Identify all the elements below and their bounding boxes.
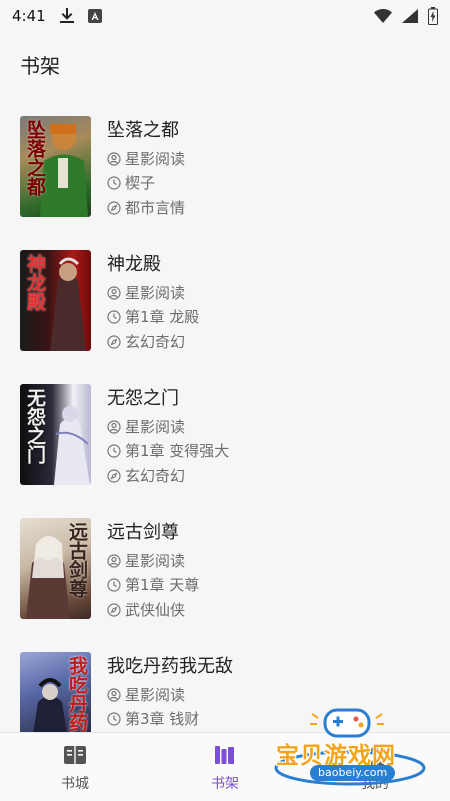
cover-title: 坠落之都 <box>24 120 46 196</box>
status-time: 4:41 <box>12 7 46 25</box>
book-progress: 楔子 <box>107 172 155 193</box>
bookshelf-icon <box>213 743 237 767</box>
user-icon <box>107 285 121 300</box>
status-right <box>374 7 438 25</box>
compass-icon <box>107 334 121 349</box>
user-icon <box>107 687 121 702</box>
tab-bookshelf[interactable]: 书架 <box>185 743 265 793</box>
watermark-url: baobeiy.com <box>310 765 396 781</box>
tab-bookshelf-label: 书架 <box>211 776 239 792</box>
book-source: 星影阅读 <box>107 684 185 705</box>
clock-icon <box>107 443 121 458</box>
book-source: 星影阅读 <box>107 416 185 437</box>
book-progress: 第1章 龙殿 <box>107 306 199 327</box>
cover-title: 远古剑尊 <box>66 522 88 598</box>
page-title: 书架 <box>20 54 60 78</box>
user-icon <box>107 151 121 166</box>
compass-icon <box>107 200 121 215</box>
cover-title: 神龙殿 <box>24 254 46 311</box>
book-title: 我吃丹药我无敌 <box>107 656 233 677</box>
book-cover: 神龙殿 <box>20 250 91 351</box>
book-progress-label: 第1章 龙殿 <box>125 308 200 326</box>
book-progress: 第1章 变得强大 <box>107 440 229 461</box>
download-icon <box>59 8 74 24</box>
book-source: 星影阅读 <box>107 282 185 303</box>
book-source-label: 星影阅读 <box>125 686 186 704</box>
cover-title: 无怨之门 <box>24 388 46 464</box>
book-cover: 无怨之门 <box>20 384 91 485</box>
book-title: 坠落之都 <box>107 120 179 141</box>
book-category: 玄幻奇幻 <box>107 465 185 486</box>
book-category: 都市言情 <box>107 197 185 218</box>
book-category: 武侠仙侠 <box>107 599 185 620</box>
compass-icon <box>107 468 121 483</box>
book-title: 无怨之门 <box>107 388 179 409</box>
book-category-label: 都市言情 <box>125 199 186 217</box>
book-item[interactable]: 远古剑尊 远古剑尊 星影阅读 第1章 天尊 武侠仙侠 <box>0 512 450 646</box>
a-badge-icon <box>87 9 102 23</box>
tab-bookstore-label: 书城 <box>61 776 89 792</box>
clock-icon <box>107 711 121 726</box>
book-cover: 坠落之都 <box>20 116 91 217</box>
book-item[interactable]: 无怨之门 无怨之门 星影阅读 第1章 变得强大 玄幻奇幻 <box>0 378 450 512</box>
book-category: 玄幻奇幻 <box>107 331 185 352</box>
clock-icon <box>107 175 121 190</box>
book-source: 星影阅读 <box>107 148 185 169</box>
book-item[interactable]: 坠落之都 坠落之都 星影阅读 楔子 都市言情 <box>0 110 450 244</box>
book-cover: 远古剑尊 <box>20 518 91 619</box>
user-icon <box>107 419 121 434</box>
book-progress: 第3章 钱财 <box>107 708 199 729</box>
book-title: 远古剑尊 <box>107 522 179 543</box>
cover-title: 我吃丹药 <box>66 656 88 732</box>
status-bar: 4:41 <box>0 0 450 32</box>
book-title: 神龙殿 <box>107 254 161 275</box>
book-source-label: 星影阅读 <box>125 284 186 302</box>
watermark-logo: 宝贝游戏网 baobeiy.com <box>270 700 440 790</box>
book-progress-label: 第1章 变得强大 <box>125 442 230 460</box>
book-source-label: 星影阅读 <box>125 418 186 436</box>
book-list: 坠落之都 坠落之都 星影阅读 楔子 都市言情 神龙殿 神龙殿 星影阅读 第1章 … <box>0 110 450 780</box>
book-progress-label: 第1章 天尊 <box>125 576 200 594</box>
book-source: 星影阅读 <box>107 550 185 571</box>
book-source-label: 星影阅读 <box>125 552 186 570</box>
book-progress: 第1章 天尊 <box>107 574 199 595</box>
user-icon <box>107 553 121 568</box>
tab-bookstore[interactable]: 书城 <box>35 743 115 793</box>
clock-icon <box>107 577 121 592</box>
status-left: 4:41 <box>12 7 102 25</box>
book-category-label: 玄幻奇幻 <box>125 333 186 351</box>
compass-icon <box>107 602 121 617</box>
book-progress-label: 第3章 钱财 <box>125 710 200 728</box>
book-category-label: 玄幻奇幻 <box>125 467 186 485</box>
clock-icon <box>107 309 121 324</box>
signal-icon <box>402 9 418 23</box>
book-item[interactable]: 神龙殿 神龙殿 星影阅读 第1章 龙殿 玄幻奇幻 <box>0 244 450 378</box>
book-open-icon <box>63 743 87 767</box>
book-source-label: 星影阅读 <box>125 150 186 168</box>
book-category-label: 武侠仙侠 <box>125 601 186 619</box>
wifi-icon <box>374 9 392 23</box>
book-progress-label: 楔子 <box>125 174 156 192</box>
battery-icon <box>428 7 438 25</box>
